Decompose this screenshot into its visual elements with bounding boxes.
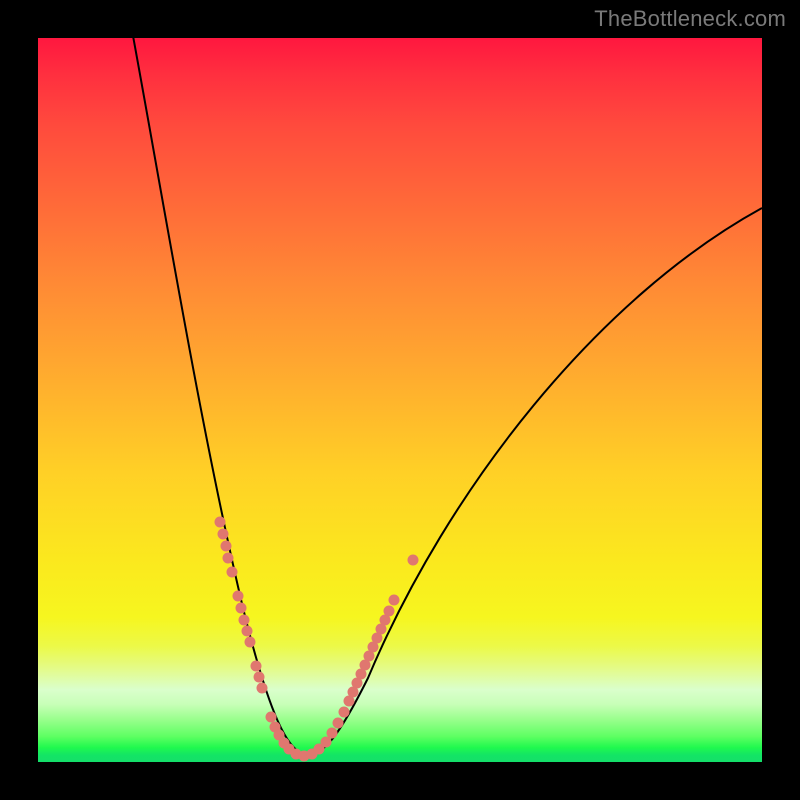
highlight-dot	[251, 661, 262, 672]
highlight-dot	[339, 707, 350, 718]
highlight-dot	[215, 517, 226, 528]
highlight-dot	[223, 553, 234, 564]
bottleneck-curve	[126, 38, 762, 754]
highlight-dot	[321, 737, 332, 748]
chart-frame: TheBottleneck.com	[0, 0, 800, 800]
highlight-dot	[266, 712, 277, 723]
highlight-dot	[218, 529, 229, 540]
highlight-dot	[233, 591, 244, 602]
marker-group	[215, 517, 419, 762]
highlight-dot	[221, 541, 232, 552]
highlight-dot	[389, 595, 400, 606]
highlight-dot	[257, 683, 268, 694]
plot-area	[38, 38, 762, 762]
highlight-dot	[239, 615, 250, 626]
highlight-dot	[227, 567, 238, 578]
highlight-dot	[333, 718, 344, 729]
highlight-dot	[254, 672, 265, 683]
curve-layer	[38, 38, 762, 762]
highlight-dot	[245, 637, 256, 648]
highlight-dot	[327, 728, 338, 739]
highlight-dot	[408, 555, 419, 566]
highlight-dot	[236, 603, 247, 614]
highlight-dot	[384, 606, 395, 617]
highlight-dot	[242, 626, 253, 637]
watermark-text: TheBottleneck.com	[594, 6, 786, 32]
